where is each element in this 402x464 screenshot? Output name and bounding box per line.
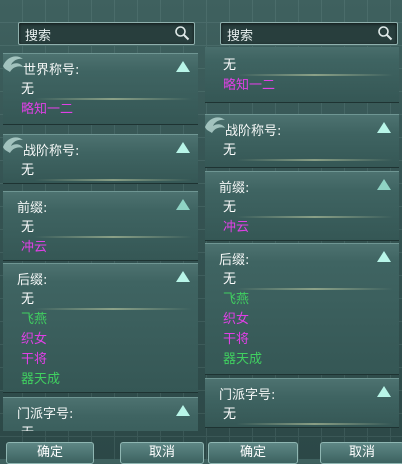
option-label: 干将 [21, 352, 48, 367]
title-option[interactable]: 织女 [17, 330, 192, 350]
option-label: 无 [223, 272, 237, 287]
title-option[interactable]: 织女 [219, 310, 393, 330]
collapse-triangle-icon[interactable] [176, 271, 190, 282]
collapse-triangle-icon[interactable] [176, 142, 190, 153]
title-option[interactable]: 无 [219, 405, 393, 425]
option-label: 无 [21, 220, 35, 235]
title-panel-right: 搜索 无 略知一二 战阶称号: 无 前缀: 无 冲云 后缀: 无 飞燕 织女 干… [202, 0, 402, 464]
title-option[interactable]: 无 [17, 80, 192, 100]
search-input-right[interactable]: 搜索 [220, 22, 398, 45]
collapse-triangle-icon[interactable] [176, 199, 190, 210]
category-world-title: 世界称号: 无 略知一二 [3, 53, 198, 125]
category-world-title-partial: 无 略知一二 [205, 47, 399, 103]
option-label: 无 [21, 82, 35, 97]
category-prefix: 前缀: 无 冲云 [205, 171, 399, 241]
option-label: 无 [223, 143, 237, 158]
confirm-button-left[interactable]: 确定 [6, 442, 94, 464]
category-header[interactable]: 前缀: [3, 192, 198, 218]
title-option[interactable]: 器天成 [17, 370, 192, 390]
title-option[interactable]: 无 [219, 270, 393, 290]
cancel-button-left[interactable]: 取消 [120, 442, 204, 464]
option-label: 冲云 [21, 240, 48, 255]
collapse-triangle-icon[interactable] [377, 122, 391, 133]
category-battle-title: 战阶称号: 无 [3, 134, 198, 184]
option-label: 飞燕 [21, 312, 48, 327]
category-title: 前缀: [219, 181, 250, 196]
category-battle-title: 战阶称号: 无 [205, 114, 399, 168]
title-option[interactable]: 无 [219, 56, 393, 76]
category-title: 门派字号: [17, 407, 74, 422]
category-header[interactable]: 后缀: [3, 264, 198, 290]
category-title: 后缀: [219, 253, 250, 268]
option-label: 器天成 [223, 352, 263, 367]
option-label: 无 [223, 200, 237, 215]
option-label: 无 [21, 426, 34, 431]
confirm-button-right[interactable]: 确定 [208, 442, 298, 464]
title-option[interactable]: 略知一二 [219, 76, 393, 96]
search-input-left[interactable]: 搜索 [18, 22, 195, 45]
title-option[interactable]: 无 [17, 218, 192, 238]
category-title: 前缀: [17, 201, 48, 216]
category-title: 后缀: [17, 273, 48, 288]
title-option[interactable]: 无 [219, 198, 393, 218]
title-option[interactable]: 无 [17, 161, 192, 181]
search-placeholder: 搜索 [227, 29, 254, 44]
category-title: 战阶称号: [225, 124, 282, 139]
title-option[interactable]: 冲云 [219, 218, 393, 238]
category-header[interactable]: 门派字号: [3, 398, 198, 424]
option-label: 无 [223, 407, 237, 422]
category-header[interactable]: 门派字号: [205, 379, 399, 405]
title-list-right[interactable]: 无 略知一二 战阶称号: 无 前缀: 无 冲云 后缀: 无 飞燕 织女 干将 器… [202, 47, 402, 431]
option-label: 略知一二 [21, 102, 74, 117]
category-sect-name: 门派字号: 无 [205, 378, 399, 428]
search-placeholder: 搜索 [25, 29, 52, 44]
option-label: 冲云 [223, 220, 250, 235]
title-option[interactable]: 干将 [219, 330, 393, 350]
title-panel-left: 搜索 世界称号: 无 略知一二 战阶称号: 无 前缀: 无 冲云 后缀: 无 飞… [0, 0, 204, 464]
category-prefix: 前缀: 无 冲云 [3, 191, 198, 261]
option-label: 干将 [223, 332, 250, 347]
collapse-triangle-icon[interactable] [377, 251, 391, 262]
category-header[interactable]: 战阶称号: [205, 115, 399, 141]
category-title: 门派字号: [219, 388, 276, 403]
option-label: 飞燕 [223, 292, 250, 307]
category-header[interactable]: 世界称号: [3, 54, 198, 80]
search-icon[interactable] [174, 25, 190, 41]
title-option[interactable]: 飞燕 [219, 290, 393, 310]
category-header[interactable]: 前缀: [205, 172, 399, 198]
category-suffix: 后缀: 无 飞燕 织女 干将 器天成 [205, 243, 399, 375]
title-option[interactable]: 无 [17, 424, 192, 431]
collapse-triangle-icon[interactable] [377, 179, 391, 190]
title-option[interactable]: 干将 [17, 350, 192, 370]
title-option[interactable]: 略知一二 [17, 100, 192, 120]
title-list-left[interactable]: 世界称号: 无 略知一二 战阶称号: 无 前缀: 无 冲云 后缀: 无 飞燕 织… [0, 47, 201, 431]
cancel-button-right[interactable]: 取消 [320, 442, 402, 464]
option-label: 无 [21, 163, 35, 178]
category-suffix: 后缀: 无 飞燕 织女 干将 器天成 [3, 263, 198, 393]
option-label: 无 [223, 58, 237, 73]
category-header[interactable]: 战阶称号: [3, 135, 198, 161]
category-title: 世界称号: [23, 63, 80, 78]
collapse-triangle-icon[interactable] [377, 386, 391, 397]
option-label: 略知一二 [223, 78, 276, 93]
title-option[interactable]: 无 [17, 290, 192, 310]
title-option[interactable]: 飞燕 [17, 310, 192, 330]
option-label: 织女 [223, 312, 250, 327]
search-icon[interactable] [377, 25, 393, 41]
collapse-triangle-icon[interactable] [176, 405, 190, 416]
category-header[interactable]: 后缀: [205, 244, 399, 270]
title-option[interactable]: 冲云 [17, 238, 192, 258]
option-label: 无 [21, 292, 35, 307]
title-option[interactable]: 无 [219, 141, 393, 161]
category-sect-name: 门派字号: 无 [3, 397, 198, 431]
category-title: 战阶称号: [23, 144, 80, 159]
option-label: 织女 [21, 332, 48, 347]
option-label: 器天成 [21, 372, 61, 387]
collapse-triangle-icon[interactable] [176, 61, 190, 72]
title-option[interactable]: 器天成 [219, 350, 393, 370]
